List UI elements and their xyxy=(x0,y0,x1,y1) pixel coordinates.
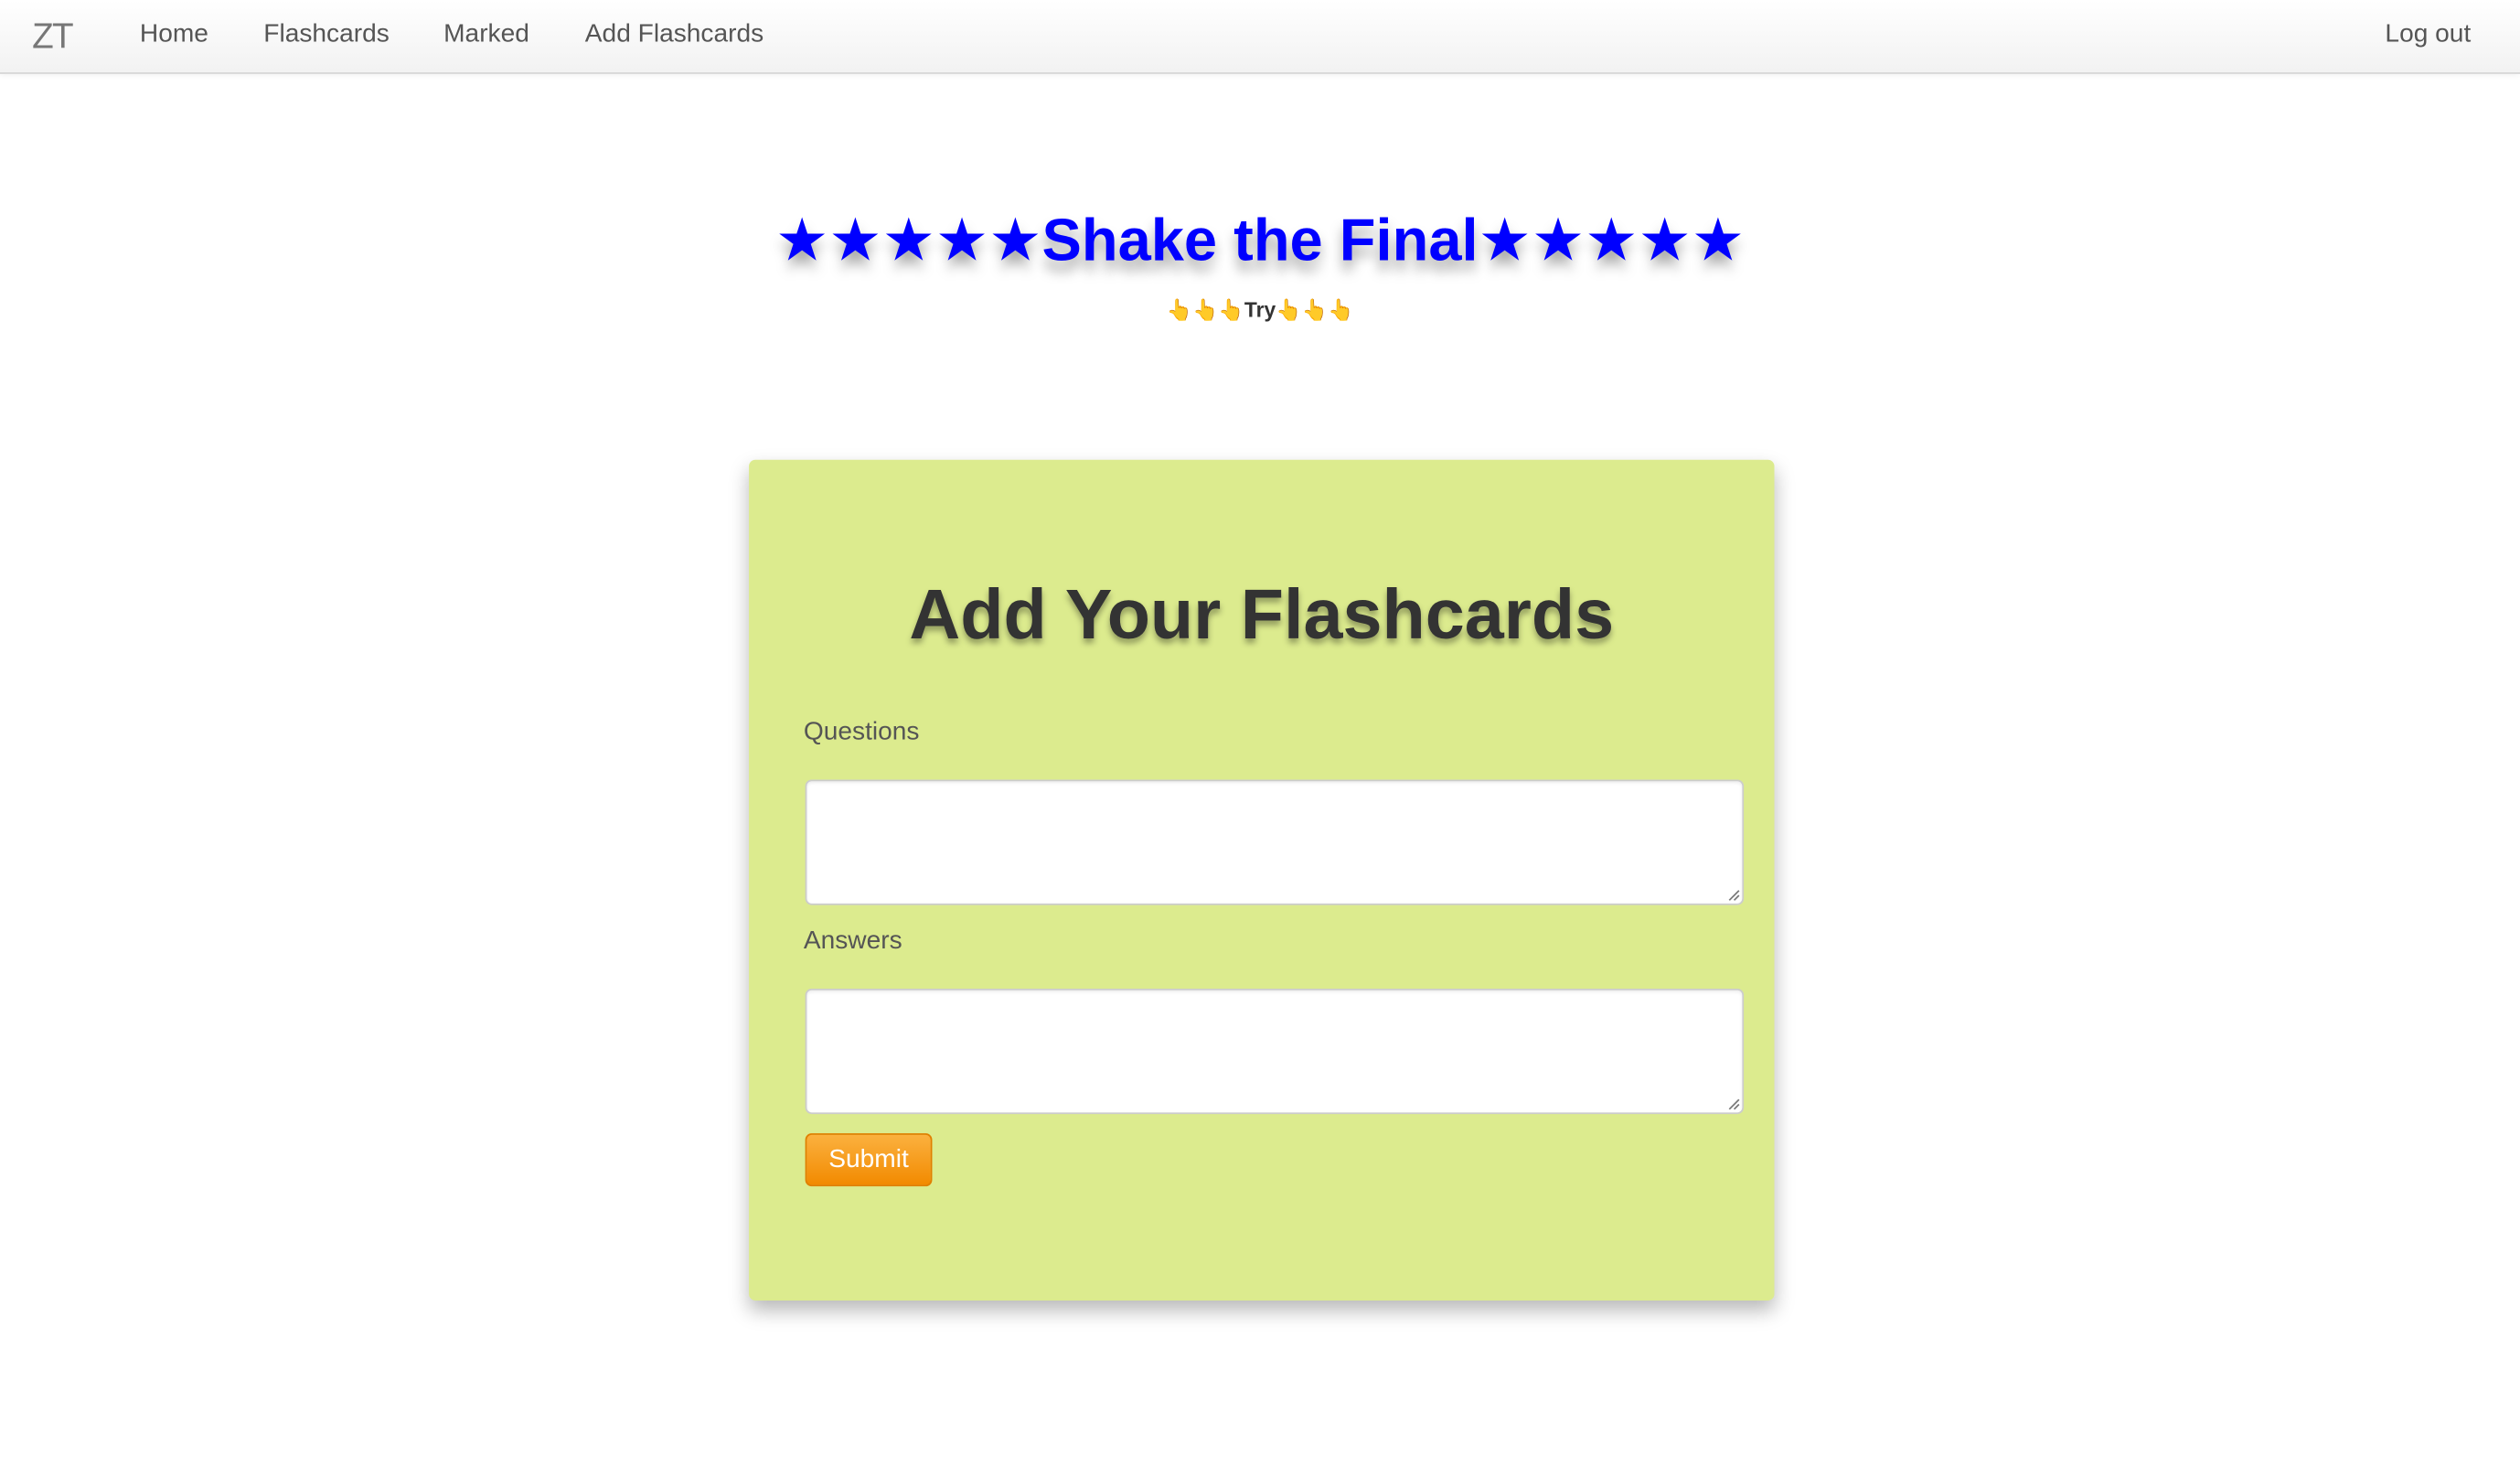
top-navbar: ZT Home Flashcards Marked Add Flashcards… xyxy=(0,0,2520,74)
hero-title: ★★★★★Shake the Final★★★★★ xyxy=(774,207,1746,273)
questions-textarea[interactable] xyxy=(805,779,1745,905)
page: ZT Home Flashcards Marked Add Flashcards… xyxy=(0,0,2520,1467)
hero-subtitle: 👆👆👆Try👆👆👆 xyxy=(1166,297,1354,322)
nav-flashcards-link[interactable]: Flashcards xyxy=(263,21,390,50)
brand-logo[interactable]: ZT xyxy=(32,16,74,59)
submit-button[interactable]: Submit xyxy=(805,1133,933,1187)
questions-label: Questions xyxy=(803,718,920,746)
form-title: Add Your Flashcards xyxy=(909,575,1615,655)
nav-add-flashcards-link[interactable]: Add Flashcards xyxy=(585,21,763,50)
logout-link[interactable]: Log out xyxy=(2385,21,2471,50)
answers-textarea[interactable] xyxy=(805,988,1745,1115)
nav-home-link[interactable]: Home xyxy=(140,21,208,50)
answers-label: Answers xyxy=(803,927,902,956)
nav-marked-link[interactable]: Marked xyxy=(443,21,529,50)
